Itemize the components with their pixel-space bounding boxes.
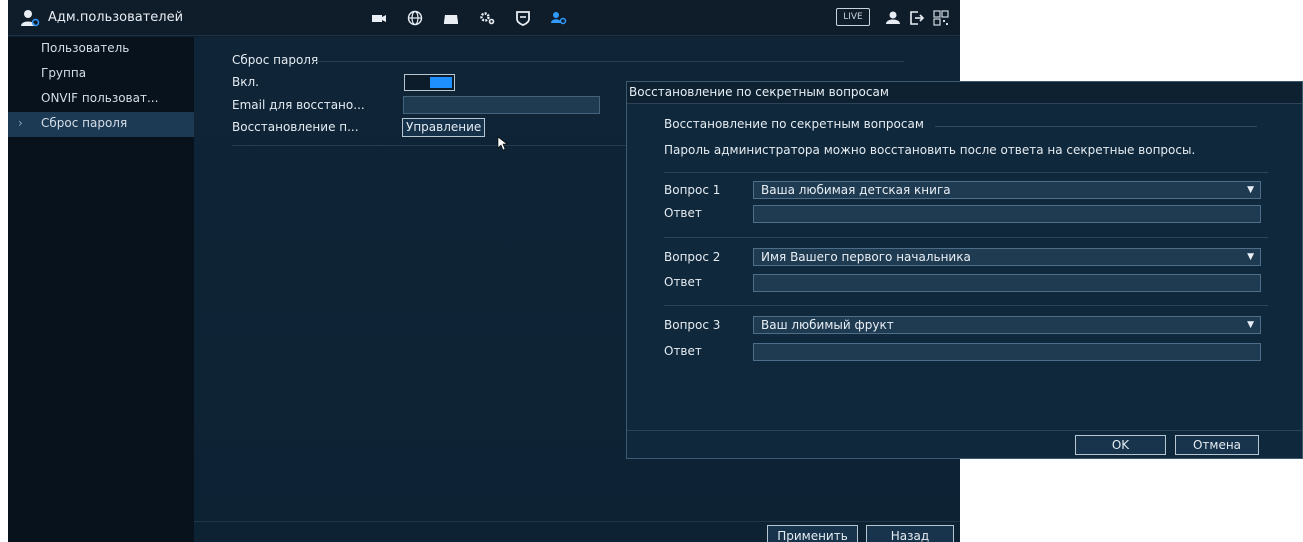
answer-3-label: Ответ xyxy=(664,344,702,358)
answer-1-label: Ответ xyxy=(664,206,702,220)
chevron-down-icon: ▼ xyxy=(1247,320,1254,330)
qr-code-icon[interactable] xyxy=(930,7,952,29)
cancel-button[interactable]: Отмена xyxy=(1175,435,1259,455)
mouse-cursor-icon xyxy=(497,136,508,151)
divider xyxy=(935,126,1257,127)
toggle-knob xyxy=(430,77,452,88)
page-title: Адм.пользователей xyxy=(48,10,184,25)
answer-3-field[interactable] xyxy=(753,343,1261,361)
answer-1-field[interactable] xyxy=(753,205,1261,223)
camera-icon[interactable] xyxy=(368,7,390,29)
sidebar-item-user[interactable]: Пользователь xyxy=(8,37,194,62)
divider xyxy=(664,237,1268,238)
email-field[interactable] xyxy=(403,96,600,114)
enable-label: Вкл. xyxy=(232,75,259,89)
divider xyxy=(194,521,960,522)
dialog-title: Восстановление по секретным вопросам xyxy=(627,82,1302,104)
globe-icon[interactable] xyxy=(404,7,426,29)
user-admin-icon xyxy=(21,10,40,27)
question-1-label: Вопрос 1 xyxy=(664,183,721,197)
dialog-section-title: Восстановление по секретным вопросам xyxy=(664,117,924,131)
enable-toggle[interactable] xyxy=(404,74,455,91)
users-icon[interactable] xyxy=(548,7,570,29)
sidebar-item-label: Сброс пароля xyxy=(41,116,128,130)
divider xyxy=(627,430,1302,431)
answer-2-label: Ответ xyxy=(664,275,702,289)
sidebar-item-label: Пользователь xyxy=(41,41,130,55)
question-3-value: Ваш любимый фрукт xyxy=(761,318,894,332)
sidebar-item-onvif-user[interactable]: ONVIF пользоват... xyxy=(8,87,194,112)
sidebar-item-password-reset[interactable]: › Сброс пароля xyxy=(8,112,194,137)
back-button[interactable]: Назад xyxy=(866,525,954,542)
storage-icon[interactable] xyxy=(440,7,462,29)
section-title: Сброс пароля xyxy=(232,53,319,67)
top-bar: Адм.пользователей LIVE xyxy=(8,0,960,36)
divider xyxy=(664,305,1268,306)
chevron-down-icon: ▼ xyxy=(1247,185,1254,195)
live-button[interactable]: LIVE xyxy=(836,8,870,26)
divider xyxy=(314,61,904,62)
chevron-down-icon: ▼ xyxy=(1247,252,1254,262)
sidebar: Пользователь Группа ONVIF пользоват... ›… xyxy=(8,37,194,542)
shield-icon[interactable] xyxy=(512,7,534,29)
manage-button[interactable]: Управление xyxy=(402,118,486,137)
ok-button[interactable]: OK xyxy=(1075,435,1166,455)
settings-icon[interactable] xyxy=(476,7,498,29)
apply-button[interactable]: Применить xyxy=(767,525,858,542)
sidebar-item-label: Группа xyxy=(41,66,87,80)
user-icon[interactable] xyxy=(882,7,904,29)
email-label: Email для восстано... xyxy=(232,98,365,112)
sidebar-item-group[interactable]: Группа xyxy=(8,62,194,87)
question-1-select[interactable]: Ваша любимая детская книга ▼ xyxy=(753,181,1261,199)
question-1-value: Ваша любимая детская книга xyxy=(761,183,951,197)
recovery-label: Восстановление п... xyxy=(232,120,359,134)
question-3-select[interactable]: Ваш любимый фрукт ▼ xyxy=(753,316,1261,334)
chevron-right-icon: › xyxy=(18,116,23,130)
question-2-label: Вопрос 2 xyxy=(664,250,721,264)
answer-2-field[interactable] xyxy=(753,274,1261,292)
logout-icon[interactable] xyxy=(906,7,928,29)
sidebar-item-label: ONVIF пользоват... xyxy=(41,91,159,105)
question-3-label: Вопрос 3 xyxy=(664,318,721,332)
divider xyxy=(664,172,1268,173)
security-questions-dialog: Восстановление по секретным вопросам Вос… xyxy=(626,81,1303,459)
question-2-select[interactable]: Имя Вашего первого начальника ▼ xyxy=(753,248,1261,266)
question-2-value: Имя Вашего первого начальника xyxy=(761,250,971,264)
dialog-description: Пароль администратора можно восстановить… xyxy=(664,143,1196,157)
